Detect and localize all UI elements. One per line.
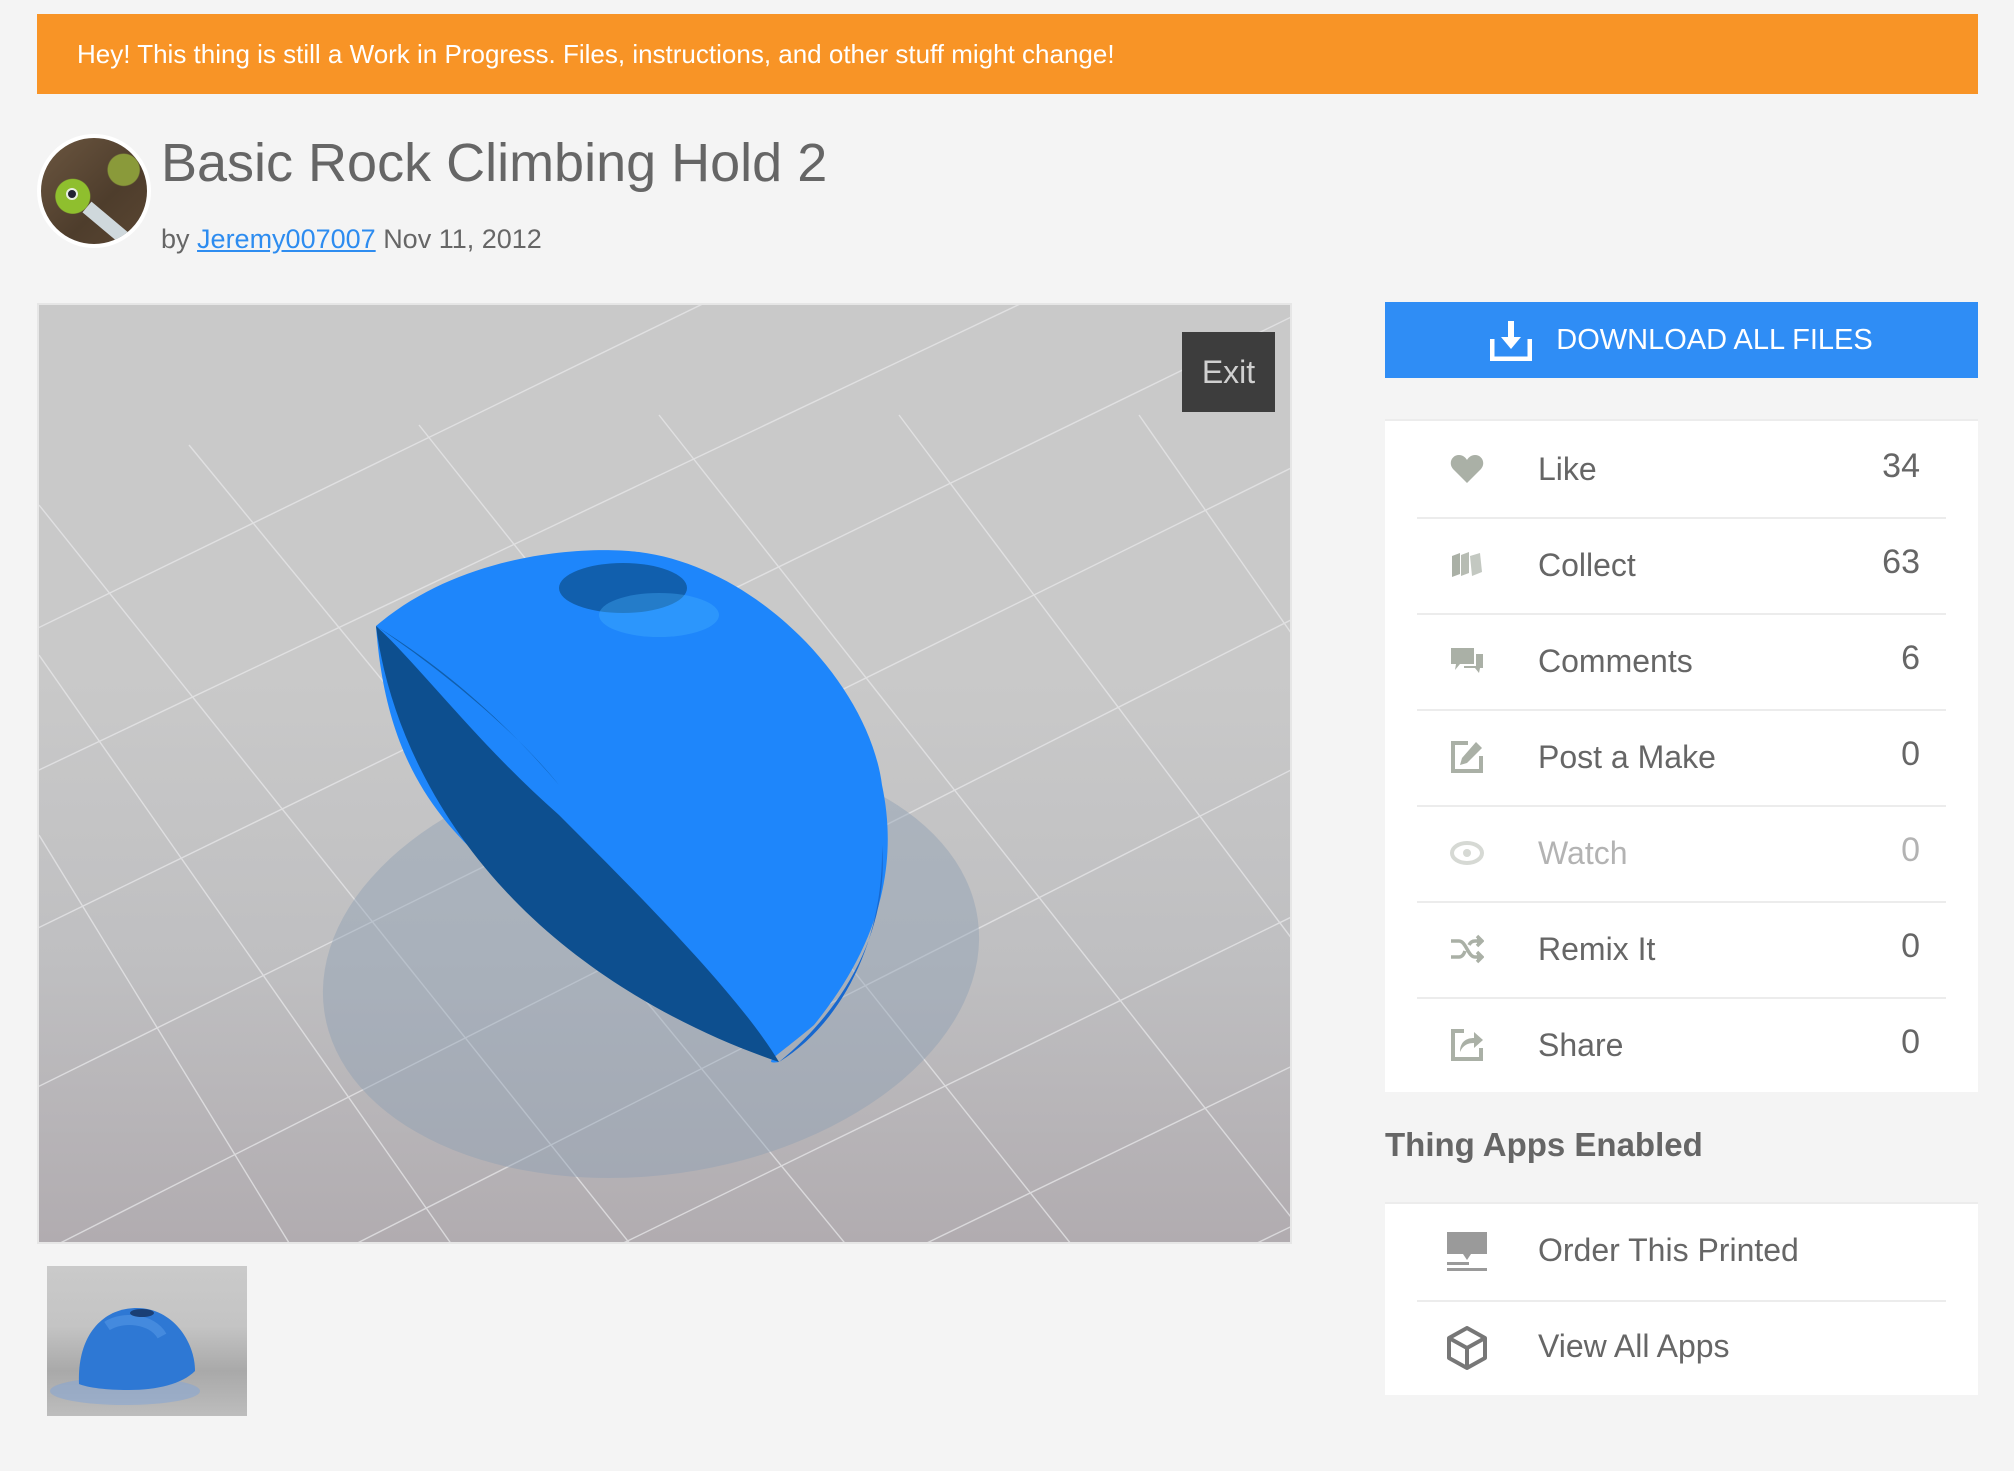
thing-apps-heading: Thing Apps Enabled [1385, 1126, 1703, 1163]
eye-icon [1447, 833, 1487, 873]
like-row[interactable]: Like 34 [1385, 421, 1978, 517]
remix-icon [1447, 929, 1487, 969]
post-make-row[interactable]: Post a Make 0 [1385, 709, 1978, 805]
model-render [39, 305, 1290, 1242]
like-count: 34 [1882, 447, 1920, 485]
collect-count: 63 [1882, 543, 1920, 581]
hold-thumbnail-icon [50, 1308, 200, 1405]
by-label: by [161, 224, 190, 254]
share-icon [1447, 1025, 1487, 1065]
watch-count: 0 [1901, 831, 1920, 869]
heart-icon [1447, 449, 1487, 489]
post-make-icon [1447, 737, 1487, 777]
author-avatar[interactable] [37, 134, 151, 248]
byline: by Jeremy007007 Nov 11, 2012 [161, 224, 542, 255]
download-label: DOWNLOAD ALL FILES [1556, 323, 1873, 356]
wip-banner: Hey! This thing is still a Work in Progr… [37, 14, 1978, 94]
post-make-count: 0 [1901, 735, 1920, 773]
apps-panel: Order This Printed View All Apps [1385, 1202, 1978, 1395]
model-viewer[interactable]: Exit [37, 303, 1292, 1244]
thumbnail-1[interactable] [47, 1266, 247, 1416]
author-link[interactable]: Jeremy007007 [197, 224, 376, 254]
comments-icon [1447, 641, 1487, 681]
wip-banner-text: Hey! This thing is still a Work in Progr… [77, 38, 1115, 69]
comments-row[interactable]: Comments 6 [1385, 613, 1978, 709]
collect-row[interactable]: Collect 63 [1385, 517, 1978, 613]
order-printed-row[interactable]: Order This Printed [1385, 1204, 1978, 1300]
download-all-files-button[interactable]: DOWNLOAD ALL FILES [1385, 302, 1978, 378]
publish-date: Nov 11, 2012 [383, 224, 542, 254]
share-count: 0 [1901, 1023, 1920, 1061]
share-row[interactable]: Share 0 [1385, 997, 1978, 1093]
remix-count: 0 [1901, 927, 1920, 965]
stats-panel: Like 34 Collect 63 Comments 6 Post a Mak… [1385, 419, 1978, 1092]
remix-row[interactable]: Remix It 0 [1385, 901, 1978, 997]
comments-count: 6 [1901, 639, 1920, 677]
watch-row[interactable]: Watch 0 [1385, 805, 1978, 901]
view-all-apps-row[interactable]: View All Apps [1385, 1300, 1978, 1396]
printer-icon [1447, 1232, 1487, 1272]
exit-button[interactable]: Exit [1182, 332, 1275, 412]
collect-icon [1447, 545, 1487, 585]
download-icon [1490, 321, 1533, 361]
thing-title: Basic Rock Climbing Hold 2 [161, 133, 828, 193]
cube-icon [1447, 1326, 1487, 1370]
